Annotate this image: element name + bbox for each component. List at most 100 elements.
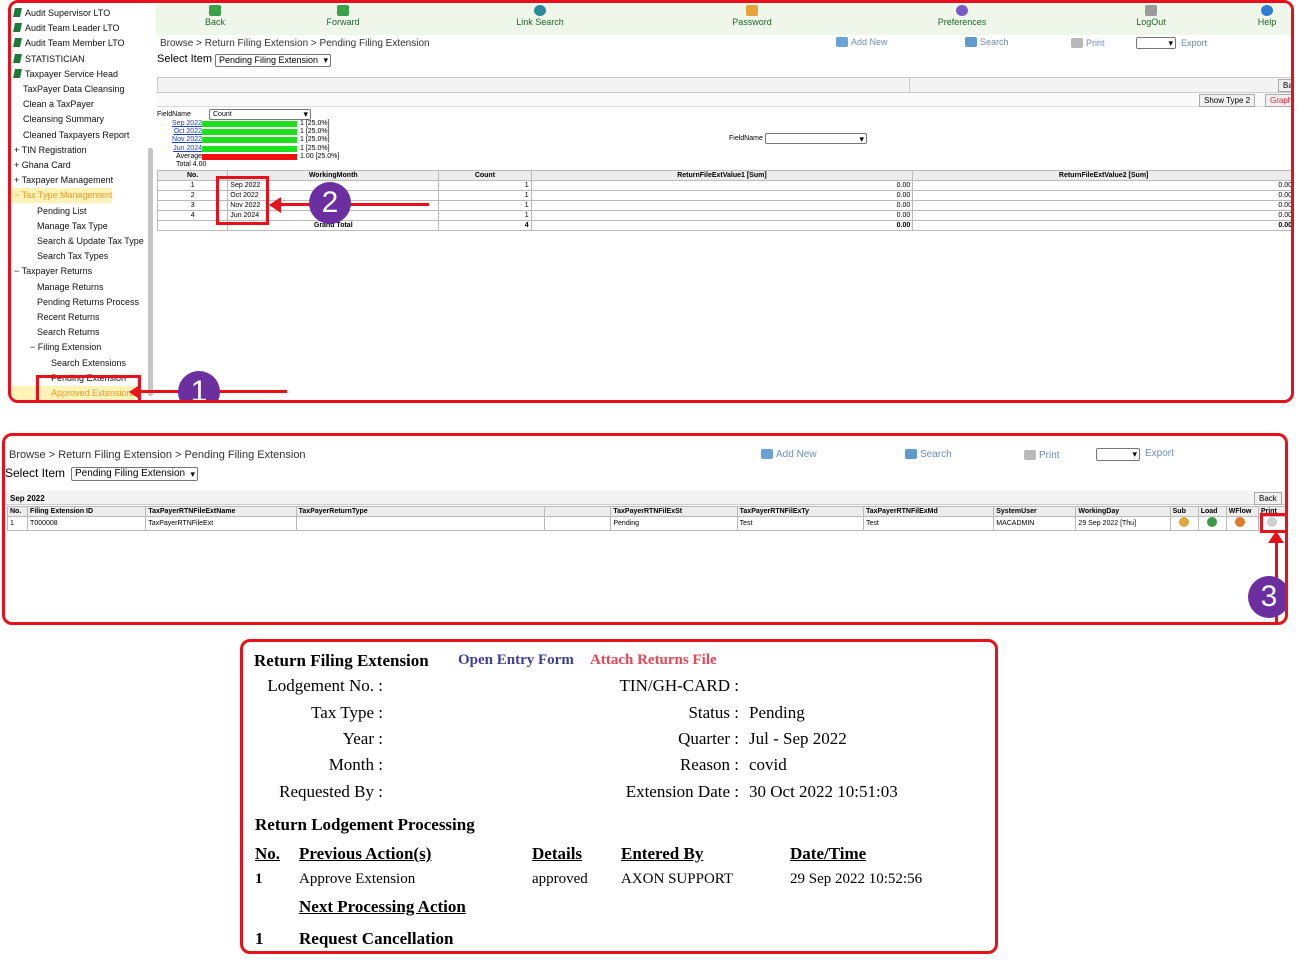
detail-select-item-dropdown[interactable]: Pending Filing Extension bbox=[71, 467, 199, 481]
detail-export-link[interactable]: Export bbox=[1145, 448, 1174, 459]
sub-cell[interactable] bbox=[1169, 516, 1199, 531]
expand-toggle-icon[interactable]: + bbox=[14, 145, 22, 155]
chart-row-label[interactable]: Sep 2022 bbox=[172, 120, 202, 128]
graph-button[interactable]: Graph bbox=[1265, 94, 1291, 107]
detail-select-item-label: Select Item bbox=[5, 466, 66, 480]
form-label-right: Quarter : bbox=[678, 729, 739, 748]
load-cell[interactable] bbox=[1197, 516, 1227, 531]
expand-toggle-icon[interactable]: − bbox=[30, 342, 38, 352]
expand-toggle-icon[interactable]: + bbox=[14, 160, 22, 170]
sidebar-item-16[interactable]: Search Tax Types bbox=[11, 249, 108, 264]
help-button[interactable]: Help bbox=[1232, 5, 1291, 27]
chart-row-value: 1 [25.0%] bbox=[300, 128, 330, 136]
table-row[interactable]: 1 T000008 TaxPayerRTNFileExt Pending Test Tes… bbox=[6, 516, 1285, 531]
sidebar-item-21[interactable]: Search Returns bbox=[11, 325, 100, 340]
sidebar-item-13[interactable]: Pending List bbox=[11, 204, 87, 219]
expand-toggle-icon[interactable]: + bbox=[14, 175, 22, 185]
logout-icon bbox=[1145, 5, 1157, 16]
sidebar-item-6[interactable]: Clean a TaxPayer bbox=[11, 97, 94, 112]
detail-cell: 29 Sep 2022 [Thu] bbox=[1075, 516, 1171, 531]
add-new-link[interactable]: Add New bbox=[836, 37, 888, 47]
sidebar-scrollbar[interactable] bbox=[148, 148, 153, 396]
detail-column-header[interactable]: Load bbox=[1197, 506, 1227, 517]
logout-button[interactable]: LogOut bbox=[1116, 5, 1186, 27]
chart-row-label[interactable]: Jun 2024 bbox=[173, 145, 202, 153]
sidebar-item-9[interactable]: + TIN Registration bbox=[11, 143, 87, 158]
workflow-cell[interactable] bbox=[1225, 516, 1259, 531]
detail-column-header[interactable]: TaxPayerRTNFilExSt bbox=[610, 506, 738, 517]
form-label-right: Extension Date : bbox=[625, 782, 739, 801]
sidebar-item-20[interactable]: Recent Returns bbox=[11, 310, 100, 325]
load-icon[interactable] bbox=[1206, 517, 1217, 527]
summary-total-cell: 0.00 bbox=[530, 220, 914, 231]
expand-toggle-icon[interactable]: − bbox=[14, 266, 22, 276]
password-button[interactable]: Password bbox=[717, 5, 787, 27]
expand-toggle-icon[interactable]: − bbox=[14, 190, 22, 200]
sidebar-item-1[interactable]: Audit Team Leader LTO bbox=[11, 21, 120, 36]
detail-search-link[interactable]: Search bbox=[905, 449, 952, 460]
fieldname2-select[interactable] bbox=[765, 133, 867, 145]
sidebar-item-7[interactable]: Cleansing Summary bbox=[11, 112, 104, 127]
export-format-select[interactable] bbox=[1136, 37, 1176, 49]
column-header[interactable]: ReturnFileExtValue1 [Sum] bbox=[530, 170, 914, 181]
chart-row-label[interactable]: Oct 2022 bbox=[174, 128, 202, 136]
detail-column-header[interactable]: Filing Extension ID bbox=[27, 506, 147, 517]
back-button[interactable]: Back bbox=[180, 5, 250, 27]
fieldname-select[interactable]: Count bbox=[209, 109, 311, 120]
next-action-title: Next Processing Action bbox=[299, 897, 466, 916]
search-link[interactable]: Search bbox=[965, 37, 1009, 47]
column-header[interactable]: Count bbox=[438, 170, 532, 181]
sidebar-item-5[interactable]: TaxPayer Data Cleansing bbox=[11, 82, 125, 97]
open-entry-form-link[interactable]: Open Entry Form bbox=[458, 652, 574, 669]
sidebar-item-12[interactable]: − Tax Type Management bbox=[11, 188, 113, 204]
sidebar-item-17[interactable]: − Taxpayer Returns bbox=[11, 264, 92, 279]
sidebar-item-label: Pending List bbox=[37, 205, 87, 216]
sidebar-item-3[interactable]: STATISTICIAN bbox=[11, 52, 85, 67]
detail-column-header[interactable]: TaxPayerRTNFilExTy bbox=[736, 506, 864, 517]
section-title: Return Lodgement Processing bbox=[255, 815, 475, 834]
sidebar-item-2[interactable]: Audit Team Member LTO bbox=[11, 36, 125, 51]
column-header[interactable]: ReturnFileExtValue2 [Sum] bbox=[912, 170, 1291, 181]
forward-button[interactable]: Forward bbox=[308, 5, 378, 27]
workflow-icon[interactable] bbox=[1234, 517, 1245, 527]
attach-returns-file-link[interactable]: Attach Returns File bbox=[590, 652, 717, 669]
request-cancellation-action[interactable]: Request Cancellation bbox=[299, 929, 453, 949]
sub-icon[interactable] bbox=[1178, 517, 1189, 527]
detail-column-header[interactable] bbox=[544, 506, 612, 517]
detail-print-link[interactable]: Print bbox=[1024, 450, 1060, 461]
sidebar-item-23[interactable]: Search Extensions bbox=[11, 356, 126, 371]
sidebar-item-10[interactable]: + Ghana Card bbox=[11, 158, 71, 173]
detail-column-header[interactable]: No. bbox=[6, 506, 29, 517]
sidebar-item-11[interactable]: + Taxpayer Management bbox=[11, 173, 113, 188]
sidebar-item-22[interactable]: − Filing Extension bbox=[11, 340, 101, 355]
detail-column-header[interactable]: SystemUser bbox=[993, 506, 1077, 517]
sidebar-item-18[interactable]: Manage Returns bbox=[11, 280, 104, 295]
detail-export-select[interactable] bbox=[1096, 448, 1140, 461]
arrow-line-2 bbox=[279, 203, 429, 206]
detail-column-header[interactable]: WFlow bbox=[1225, 506, 1259, 517]
preferences-button[interactable]: Preferences bbox=[927, 5, 997, 27]
sidebar-item-4[interactable]: Taxpayer Service Head bbox=[11, 67, 118, 82]
detail-column-header[interactable]: WorkingDay bbox=[1075, 506, 1171, 517]
detail-column-header[interactable]: Sub bbox=[1169, 506, 1199, 517]
detail-column-header[interactable]: TaxPayerRTNFilExMd bbox=[862, 506, 995, 517]
show-type-button[interactable]: Show Type 2 bbox=[1199, 94, 1256, 107]
chart-row-label[interactable]: Nov 2022 bbox=[172, 136, 202, 144]
summary-cell: 1 bbox=[438, 210, 532, 221]
detail-add-new-link[interactable]: Add New bbox=[761, 449, 817, 460]
detail-column-header[interactable]: TaxPayerRTNFileExtName bbox=[145, 506, 297, 517]
detail-column-header[interactable]: TaxPayerReturnType bbox=[295, 506, 546, 517]
sidebar-item-0[interactable]: Audit Supervisor LTO bbox=[11, 6, 110, 21]
sidebar-item-8[interactable]: Cleaned Taxpayers Report bbox=[11, 128, 129, 143]
detail-back-button[interactable]: Back bbox=[1254, 492, 1282, 505]
chart-row-value: 1.00 [25.0%] bbox=[300, 152, 340, 160]
link-search-button[interactable]: Link Search bbox=[505, 5, 575, 27]
sidebar-item-19[interactable]: Pending Returns Process bbox=[11, 295, 139, 310]
sidebar-item-14[interactable]: Manage Tax Type bbox=[11, 219, 108, 234]
export-link[interactable]: Export bbox=[1181, 38, 1207, 48]
sidebar-item-15[interactable]: Search & Update Tax Type bbox=[11, 234, 144, 249]
select-item-dropdown[interactable]: Pending Filing Extension bbox=[215, 54, 332, 67]
print-link[interactable]: Print bbox=[1071, 38, 1105, 48]
back-grid-button[interactable]: Bac bbox=[1278, 79, 1291, 92]
detail-cell: Test bbox=[862, 516, 995, 531]
